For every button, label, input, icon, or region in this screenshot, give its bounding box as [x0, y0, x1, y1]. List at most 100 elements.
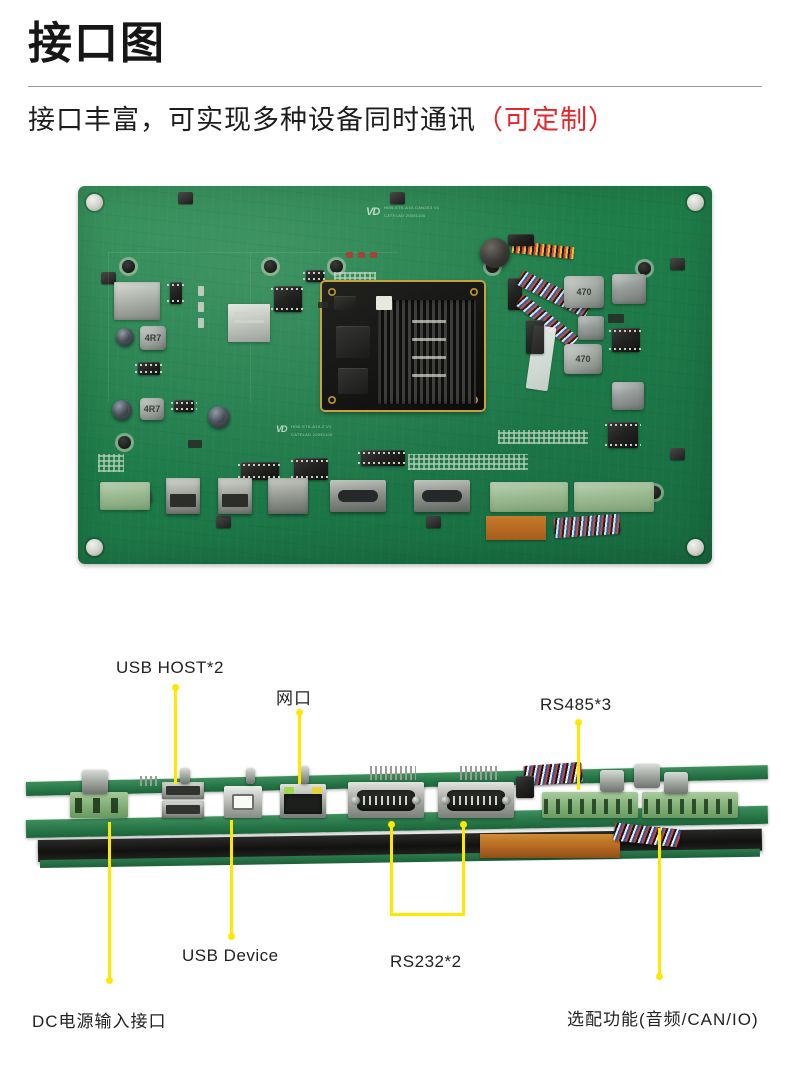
- callout-dot-rs232-left: [388, 821, 395, 828]
- callout-dot-optional: [656, 973, 663, 980]
- subtitle-main: 接口丰富，可实现多种设备同时通讯: [28, 105, 476, 135]
- ethernet-led-yellow: [312, 787, 323, 794]
- io-pad-array: [498, 430, 588, 444]
- ic-chip: [167, 282, 185, 304]
- som-barcode-label: [376, 296, 392, 310]
- som-pmic: [334, 296, 356, 310]
- callout-label-lan: 网口: [276, 689, 312, 708]
- callout-leader-usb-device: [230, 820, 233, 936]
- passive-component: [198, 286, 204, 296]
- board-clip: [178, 192, 193, 204]
- passive-component: [188, 440, 202, 448]
- rs232-port-2: [438, 782, 514, 818]
- passive-component: [370, 252, 377, 258]
- som-silk-strip: [412, 320, 446, 323]
- connector-header: [508, 234, 534, 246]
- callout-label-rs232: RS232*2: [390, 952, 462, 971]
- db9-screw-right: [412, 795, 421, 805]
- callout-label-usb-host: USB HOST*2: [116, 658, 224, 677]
- electrolytic-capacitor: [208, 406, 230, 428]
- board-clip: [390, 192, 405, 204]
- ic-chip: [605, 422, 641, 448]
- som-module: [322, 282, 484, 410]
- rs485-terminal-top: [490, 482, 568, 512]
- power-inductor: 470: [564, 276, 604, 308]
- mainboard-top-view: VD HDB-STK-A10-CANZE3 V1 CATELAD 2009110…: [78, 186, 712, 564]
- rs485-terminal-block: [542, 792, 638, 818]
- callout-label-optional: 选配功能(音频/CAN/IO): [567, 1010, 759, 1029]
- som-heatsink: [378, 300, 476, 404]
- optional-io-terminal-top: [574, 482, 654, 512]
- side-capacitor: [664, 772, 688, 794]
- side-capacitor: [246, 768, 255, 784]
- usb-device-port: [224, 786, 262, 818]
- corner-mounting-hole: [687, 194, 704, 211]
- callout-leader-rs232-left: [390, 824, 393, 916]
- silkscreen-datecode-2: CATELAD 20091100: [291, 432, 333, 437]
- silkscreen-outline: [108, 252, 250, 253]
- callout-dot-dc-power: [106, 977, 113, 984]
- io-pad-array: [408, 454, 528, 470]
- page-subtitle: 接口丰富，可实现多种设备同时通讯（可定制）: [28, 98, 616, 137]
- ethernet-jack-top: [268, 478, 308, 514]
- silkscreen-logo-2: VD: [276, 424, 287, 434]
- lcd-ffc-cable: [480, 834, 620, 858]
- coin-cell-battery: [480, 238, 510, 268]
- slot-contacts: [234, 312, 264, 315]
- passive-component: [198, 318, 204, 328]
- callout-dot-rs485: [575, 719, 582, 726]
- corner-mounting-hole: [687, 539, 704, 556]
- callout-leader-usb-host: [174, 687, 177, 784]
- som-mounting-hole: [470, 288, 478, 296]
- corner-mounting-hole: [86, 539, 103, 556]
- shield-can: [526, 320, 544, 354]
- board-clip: [670, 448, 685, 460]
- board-clip: [426, 516, 441, 528]
- power-inductor: 4R7: [140, 326, 166, 350]
- slot-contacts: [234, 320, 264, 323]
- mainboard-side-view: [14, 760, 776, 895]
- callout-dot-usb-device: [228, 933, 235, 940]
- callout-label-rs485: RS485*3: [540, 695, 612, 714]
- usb-host-port-lower: [162, 801, 204, 818]
- dc-terminal-block-top: [100, 482, 150, 510]
- power-inductor: 4R7: [140, 398, 164, 420]
- ic-chip: [609, 328, 643, 352]
- silkscreen-logo: VD: [366, 206, 380, 218]
- subtitle-accent: （可定制）: [476, 105, 616, 135]
- side-capacitor: [634, 764, 660, 788]
- passive-component: [198, 302, 204, 312]
- aluminum-capacitor: [612, 274, 646, 304]
- pin-header: [460, 766, 500, 780]
- silkscreen-outline: [108, 252, 109, 402]
- bga-pad-array: [98, 454, 124, 472]
- corner-mounting-hole: [86, 194, 103, 211]
- callout-dot-usb-host: [172, 684, 179, 691]
- callout-dot-lan: [296, 709, 303, 716]
- ethernet-port-opening: [283, 794, 323, 814]
- ic-chip: [291, 458, 331, 480]
- interface-diagram-page: 接口图 接口丰富，可实现多种设备同时通讯（可定制） VD HDB-STK-A10…: [0, 0, 790, 1086]
- ic-chip: [171, 400, 197, 412]
- rs485-terminal-slots: [543, 798, 637, 814]
- som-mounting-hole: [328, 288, 336, 296]
- db9-pins: [453, 795, 499, 806]
- sd-card-slot: [114, 282, 160, 320]
- som-soc: [336, 326, 370, 358]
- electrolytic-capacitor: [112, 400, 132, 420]
- som-mounting-hole: [328, 396, 336, 404]
- pin-header: [140, 776, 160, 786]
- ic-chip: [303, 270, 327, 282]
- ic-chip: [358, 450, 408, 466]
- optional-io-terminal-slots: [643, 798, 737, 814]
- usb-host-stack-top: [166, 478, 200, 514]
- db9-screw-left: [351, 795, 360, 805]
- usb-host-port-upper: [162, 782, 204, 799]
- callout-label-dc-power: DC电源输入接口: [32, 1012, 167, 1031]
- side-capacitor: [180, 768, 190, 784]
- rs232-port-top: [330, 480, 386, 512]
- screw-hole: [264, 260, 277, 273]
- side-capacitor: [300, 766, 309, 784]
- board-clip: [216, 516, 231, 528]
- passive-component: [318, 302, 328, 308]
